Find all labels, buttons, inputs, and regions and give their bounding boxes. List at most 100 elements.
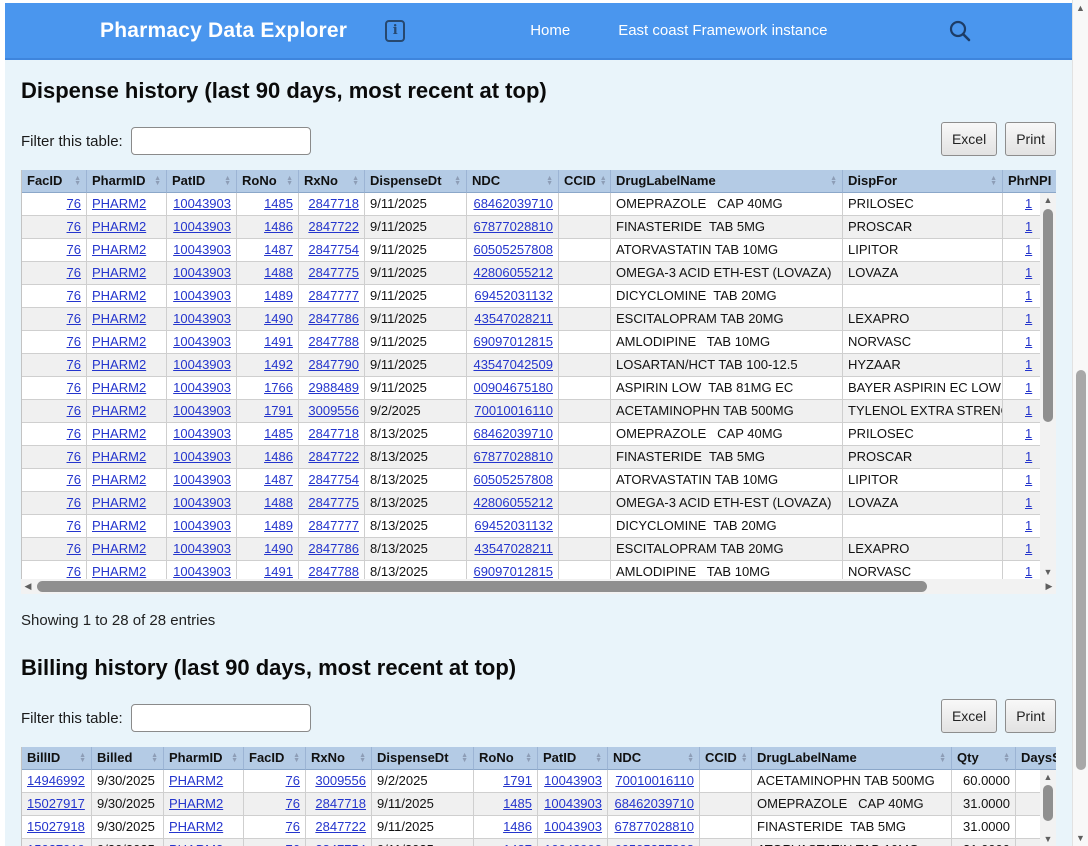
cell-link[interactable]: 3009556: [308, 403, 359, 418]
cell-link[interactable]: 2847790: [308, 357, 359, 372]
cell-link[interactable]: 10043903: [173, 518, 231, 533]
cell-link[interactable]: 42806055212: [473, 265, 553, 280]
cell-link[interactable]: PHARM2: [92, 518, 146, 533]
cell-link[interactable]: 76: [67, 403, 81, 418]
scroll-track[interactable]: [35, 579, 1042, 594]
cell-link[interactable]: 10043903: [544, 773, 602, 788]
cell-link[interactable]: PHARM2: [92, 357, 146, 372]
billing-vertical-scrollbar[interactable]: ▲ ▼: [1040, 770, 1056, 846]
cell-link[interactable]: 70010016110: [474, 403, 553, 418]
cell-link[interactable]: 67877028810: [473, 449, 553, 464]
cell-link[interactable]: 10043903: [544, 819, 602, 834]
cell-link[interactable]: 1: [1025, 403, 1032, 418]
cell-link[interactable]: 2847786: [308, 541, 359, 556]
cell-link[interactable]: 10043903: [173, 219, 231, 234]
cell-link[interactable]: PHARM2: [92, 311, 146, 326]
cell-link[interactable]: 2847754: [308, 242, 359, 257]
search-icon[interactable]: [948, 19, 972, 43]
cell-link[interactable]: 67877028810: [614, 819, 694, 834]
cell-link[interactable]: 1490: [264, 311, 293, 326]
column-header-druglabelname[interactable]: DrugLabelName▲▼: [752, 747, 952, 770]
cell-link[interactable]: PHARM2: [92, 403, 146, 418]
cell-link[interactable]: 76: [67, 518, 81, 533]
column-header-dispfor[interactable]: DispFor▲▼: [843, 170, 1003, 193]
scroll-down-arrow[interactable]: ▼: [1040, 565, 1056, 579]
cell-link[interactable]: PHARM2: [92, 541, 146, 556]
cell-link[interactable]: 60505257808: [473, 242, 553, 257]
cell-link[interactable]: 42806055212: [473, 495, 553, 510]
cell-link[interactable]: 43547042509: [473, 357, 553, 372]
cell-link[interactable]: 1791: [264, 403, 293, 418]
cell-link[interactable]: 76: [286, 796, 300, 811]
cell-link[interactable]: PHARM2: [92, 564, 146, 579]
cell-link[interactable]: 1488: [264, 265, 293, 280]
cell-link[interactable]: 1487: [264, 242, 293, 257]
cell-link[interactable]: 1490: [264, 541, 293, 556]
cell-link[interactable]: 1489: [264, 518, 293, 533]
cell-link[interactable]: 1: [1025, 518, 1032, 533]
cell-link[interactable]: 60505257808: [614, 842, 694, 846]
scroll-thumb[interactable]: [37, 581, 927, 592]
column-header-pharmid[interactable]: PharmID▲▼: [87, 170, 167, 193]
cell-link[interactable]: 10043903: [544, 796, 602, 811]
scroll-up-arrow[interactable]: ▲: [1040, 770, 1056, 784]
cell-link[interactable]: 1: [1025, 472, 1032, 487]
cell-link[interactable]: 14946992: [27, 773, 85, 788]
cell-link[interactable]: PHARM2: [169, 796, 223, 811]
cell-link[interactable]: PHARM2: [92, 380, 146, 395]
column-header-dispensedt[interactable]: DispenseDt▲▼: [372, 747, 474, 770]
scroll-thumb[interactable]: [1043, 785, 1053, 821]
cell-link[interactable]: 67877028810: [473, 219, 553, 234]
cell-link[interactable]: PHARM2: [92, 219, 146, 234]
cell-link[interactable]: 1: [1025, 334, 1032, 349]
cell-link[interactable]: PHARM2: [92, 449, 146, 464]
column-header-dispensedt[interactable]: DispenseDt▲▼: [365, 170, 467, 193]
cell-link[interactable]: 10043903: [173, 541, 231, 556]
cell-link[interactable]: 10043903: [173, 380, 231, 395]
column-header-facid[interactable]: FacID▲▼: [22, 170, 87, 193]
cell-link[interactable]: 76: [67, 265, 81, 280]
cell-link[interactable]: 69097012815: [473, 564, 553, 579]
cell-link[interactable]: 2847718: [315, 796, 366, 811]
cell-link[interactable]: 1489: [264, 288, 293, 303]
cell-link[interactable]: 1: [1025, 288, 1032, 303]
cell-link[interactable]: 1: [1025, 426, 1032, 441]
excel-button[interactable]: Excel: [941, 122, 997, 156]
column-header-rxno[interactable]: RxNo▲▼: [306, 747, 372, 770]
cell-link[interactable]: 1491: [264, 564, 293, 579]
cell-link[interactable]: PHARM2: [169, 842, 223, 846]
scroll-up-arrow[interactable]: ▲: [1040, 193, 1056, 207]
cell-link[interactable]: 76: [67, 564, 81, 579]
cell-link[interactable]: 68462039710: [614, 796, 694, 811]
cell-link[interactable]: 76: [286, 819, 300, 834]
cell-link[interactable]: 2847722: [308, 219, 359, 234]
column-header-rono[interactable]: RoNo▲▼: [237, 170, 299, 193]
cell-link[interactable]: 2847718: [308, 196, 359, 211]
column-header-billid[interactable]: BillID▲▼: [22, 747, 92, 770]
print-button[interactable]: Print: [1005, 122, 1056, 156]
cell-link[interactable]: 2847788: [308, 334, 359, 349]
cell-link[interactable]: 1486: [264, 449, 293, 464]
cell-link[interactable]: 76: [67, 472, 81, 487]
cell-link[interactable]: 76: [67, 196, 81, 211]
cell-link[interactable]: 1: [1025, 265, 1032, 280]
cell-link[interactable]: 43547028211: [474, 541, 553, 556]
cell-link[interactable]: 15027918: [27, 819, 85, 834]
cell-link[interactable]: 10043903: [173, 242, 231, 257]
cell-link[interactable]: 2988489: [308, 380, 359, 395]
scroll-track[interactable]: [1040, 207, 1056, 565]
cell-link[interactable]: 1: [1025, 564, 1032, 579]
column-header-qty[interactable]: Qty▲▼: [952, 747, 1016, 770]
dispense-vertical-scrollbar[interactable]: ▲ ▼: [1040, 193, 1056, 579]
column-header-ndc[interactable]: NDC▲▼: [608, 747, 700, 770]
cell-link[interactable]: PHARM2: [169, 819, 223, 834]
cell-link[interactable]: 1: [1025, 357, 1032, 372]
cell-link[interactable]: 76: [67, 288, 81, 303]
cell-link[interactable]: 2847786: [308, 311, 359, 326]
cell-link[interactable]: 76: [67, 357, 81, 372]
nav-link-home[interactable]: Home: [530, 22, 570, 39]
cell-link[interactable]: 1486: [264, 219, 293, 234]
column-header-patid[interactable]: PatID▲▼: [538, 747, 608, 770]
cell-link[interactable]: 2847777: [308, 288, 359, 303]
cell-link[interactable]: 76: [67, 334, 81, 349]
